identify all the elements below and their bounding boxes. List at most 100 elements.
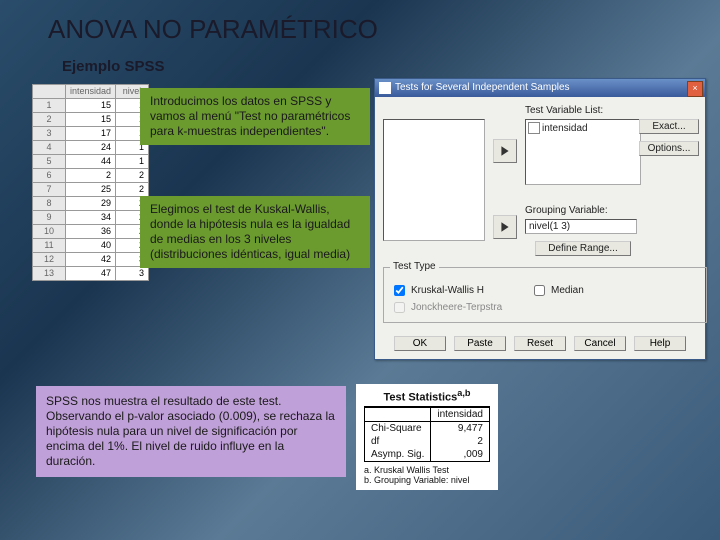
explain-box-2: Elegimos el test de Kuskal-Wallis, donde… [140, 196, 370, 268]
kw-checkbox[interactable]: Kruskal-Wallis H [390, 282, 530, 299]
ok-button[interactable]: OK [394, 336, 446, 351]
kw-checkbox-input[interactable] [394, 285, 405, 296]
cell: 1 [116, 155, 149, 169]
row-header: 10 [33, 225, 66, 239]
cell: 34 [66, 211, 116, 225]
options-button[interactable]: Options... [639, 141, 699, 156]
jt-checkbox-input [394, 302, 405, 313]
result-box: SPSS nos muestra el resultado de este te… [36, 386, 346, 477]
stats-heading: Test Statisticsa,b [364, 388, 490, 404]
cell: 36 [66, 225, 116, 239]
grouping-variable-field[interactable]: nivel(1 3) [525, 219, 637, 234]
source-listbox[interactable] [383, 119, 485, 241]
arrow-right-icon [499, 221, 511, 233]
app-icon [379, 82, 391, 94]
test-variable-listbox[interactable]: intensidad [525, 119, 641, 185]
stat-value: ,009 [431, 448, 490, 462]
help-button[interactable]: Help [634, 336, 686, 351]
footnote: b. Grouping Variable: nivel [364, 475, 490, 486]
stats-sup: a,b [457, 388, 470, 398]
stat-label: Asymp. Sig. [365, 448, 431, 462]
row-header: 13 [33, 267, 66, 281]
tvl-label: Test Variable List: [525, 105, 603, 116]
define-range-button[interactable]: Define Range... [535, 241, 631, 256]
table-row: 7252 [33, 183, 149, 197]
cell: 29 [66, 197, 116, 211]
jt-checkbox[interactable]: Jonckheere-Terpstra [390, 299, 530, 316]
jt-label: Jonckheere-Terpstra [411, 302, 502, 313]
median-label: Median [551, 285, 584, 296]
cell: 44 [66, 155, 116, 169]
row-header: 12 [33, 253, 66, 267]
cell: 42 [66, 253, 116, 267]
test-type-legend: Test Type [390, 261, 439, 272]
footnote: a. Kruskal Wallis Test [364, 465, 490, 476]
cell: 3 [116, 267, 149, 281]
dialog-title-text: Tests for Several Independent Samples [395, 79, 570, 97]
test-statistics-output: Test Statisticsa,b intensidad Chi-Square… [356, 384, 498, 490]
stats-table: intensidad Chi-Square9,477df2Asymp. Sig.… [364, 406, 490, 462]
title: ANOVA NO PARAMÉTRICO [48, 14, 378, 45]
stats-col: intensidad [431, 407, 490, 422]
row-header: 5 [33, 155, 66, 169]
move-right-button-2[interactable] [493, 215, 517, 239]
spss-dialog: Tests for Several Independent Samples × … [374, 78, 706, 360]
cell: 25 [66, 183, 116, 197]
median-checkbox-input[interactable] [534, 285, 545, 296]
table-row: 12423 [33, 253, 149, 267]
row-header: 4 [33, 141, 66, 155]
dialog-body: Test Variable List: intensidad Grouping … [375, 97, 705, 117]
slide-root: ANOVA NO PARAMÉTRICO Ejemplo SPSS intens… [0, 0, 720, 540]
close-icon[interactable]: × [687, 81, 703, 97]
explain-box-1: Introducimos los datos en SPSS y vamos a… [140, 88, 370, 145]
stats-row: Chi-Square9,477 [365, 421, 490, 435]
cell: 2 [116, 169, 149, 183]
cell: 2 [116, 183, 149, 197]
tvl-item: intensidad [542, 123, 588, 134]
table-row: 1151 [33, 99, 149, 113]
stats-title: Test Statistics [383, 392, 457, 404]
cell: 24 [66, 141, 116, 155]
stats-row: Asymp. Sig.,009 [365, 448, 490, 462]
stats-row: df2 [365, 435, 490, 448]
table-row: 11402 [33, 239, 149, 253]
row-header: 1 [33, 99, 66, 113]
stat-label: df [365, 435, 431, 448]
variable-icon [528, 122, 540, 134]
table-row: 622 [33, 169, 149, 183]
cell: 40 [66, 239, 116, 253]
table-row: 9342 [33, 211, 149, 225]
median-checkbox[interactable]: Median [530, 282, 670, 299]
reset-button[interactable]: Reset [514, 336, 566, 351]
cell: 17 [66, 127, 116, 141]
table-row: 8292 [33, 197, 149, 211]
cancel-button[interactable]: Cancel [574, 336, 626, 351]
kw-label: Kruskal-Wallis H [411, 285, 484, 296]
cell: 15 [66, 113, 116, 127]
exact-button[interactable]: Exact... [639, 119, 699, 134]
col-header [33, 85, 66, 99]
gv-label: Grouping Variable: [525, 205, 608, 216]
table-row: 13473 [33, 267, 149, 281]
cell: 2 [66, 169, 116, 183]
dialog-buttons: OK Paste Reset Cancel Help [375, 336, 705, 351]
dialog-titlebar: Tests for Several Independent Samples × [375, 79, 705, 97]
row-header: 9 [33, 211, 66, 225]
row-header: 2 [33, 113, 66, 127]
arrow-right-icon [499, 145, 511, 157]
cell: 15 [66, 99, 116, 113]
col-header: intensidad [66, 85, 116, 99]
table-row: 4241 [33, 141, 149, 155]
row-header: 8 [33, 197, 66, 211]
table-row: 5441 [33, 155, 149, 169]
row-header: 3 [33, 127, 66, 141]
subtitle: Ejemplo SPSS [62, 58, 165, 75]
stat-label: Chi-Square [365, 421, 431, 435]
cell: 47 [66, 267, 116, 281]
paste-button[interactable]: Paste [454, 336, 506, 351]
move-right-button-1[interactable] [493, 139, 517, 163]
stat-value: 9,477 [431, 421, 490, 435]
row-header: 7 [33, 183, 66, 197]
table-row: 10362 [33, 225, 149, 239]
stats-notes: a. Kruskal Wallis Testb. Grouping Variab… [364, 465, 490, 487]
